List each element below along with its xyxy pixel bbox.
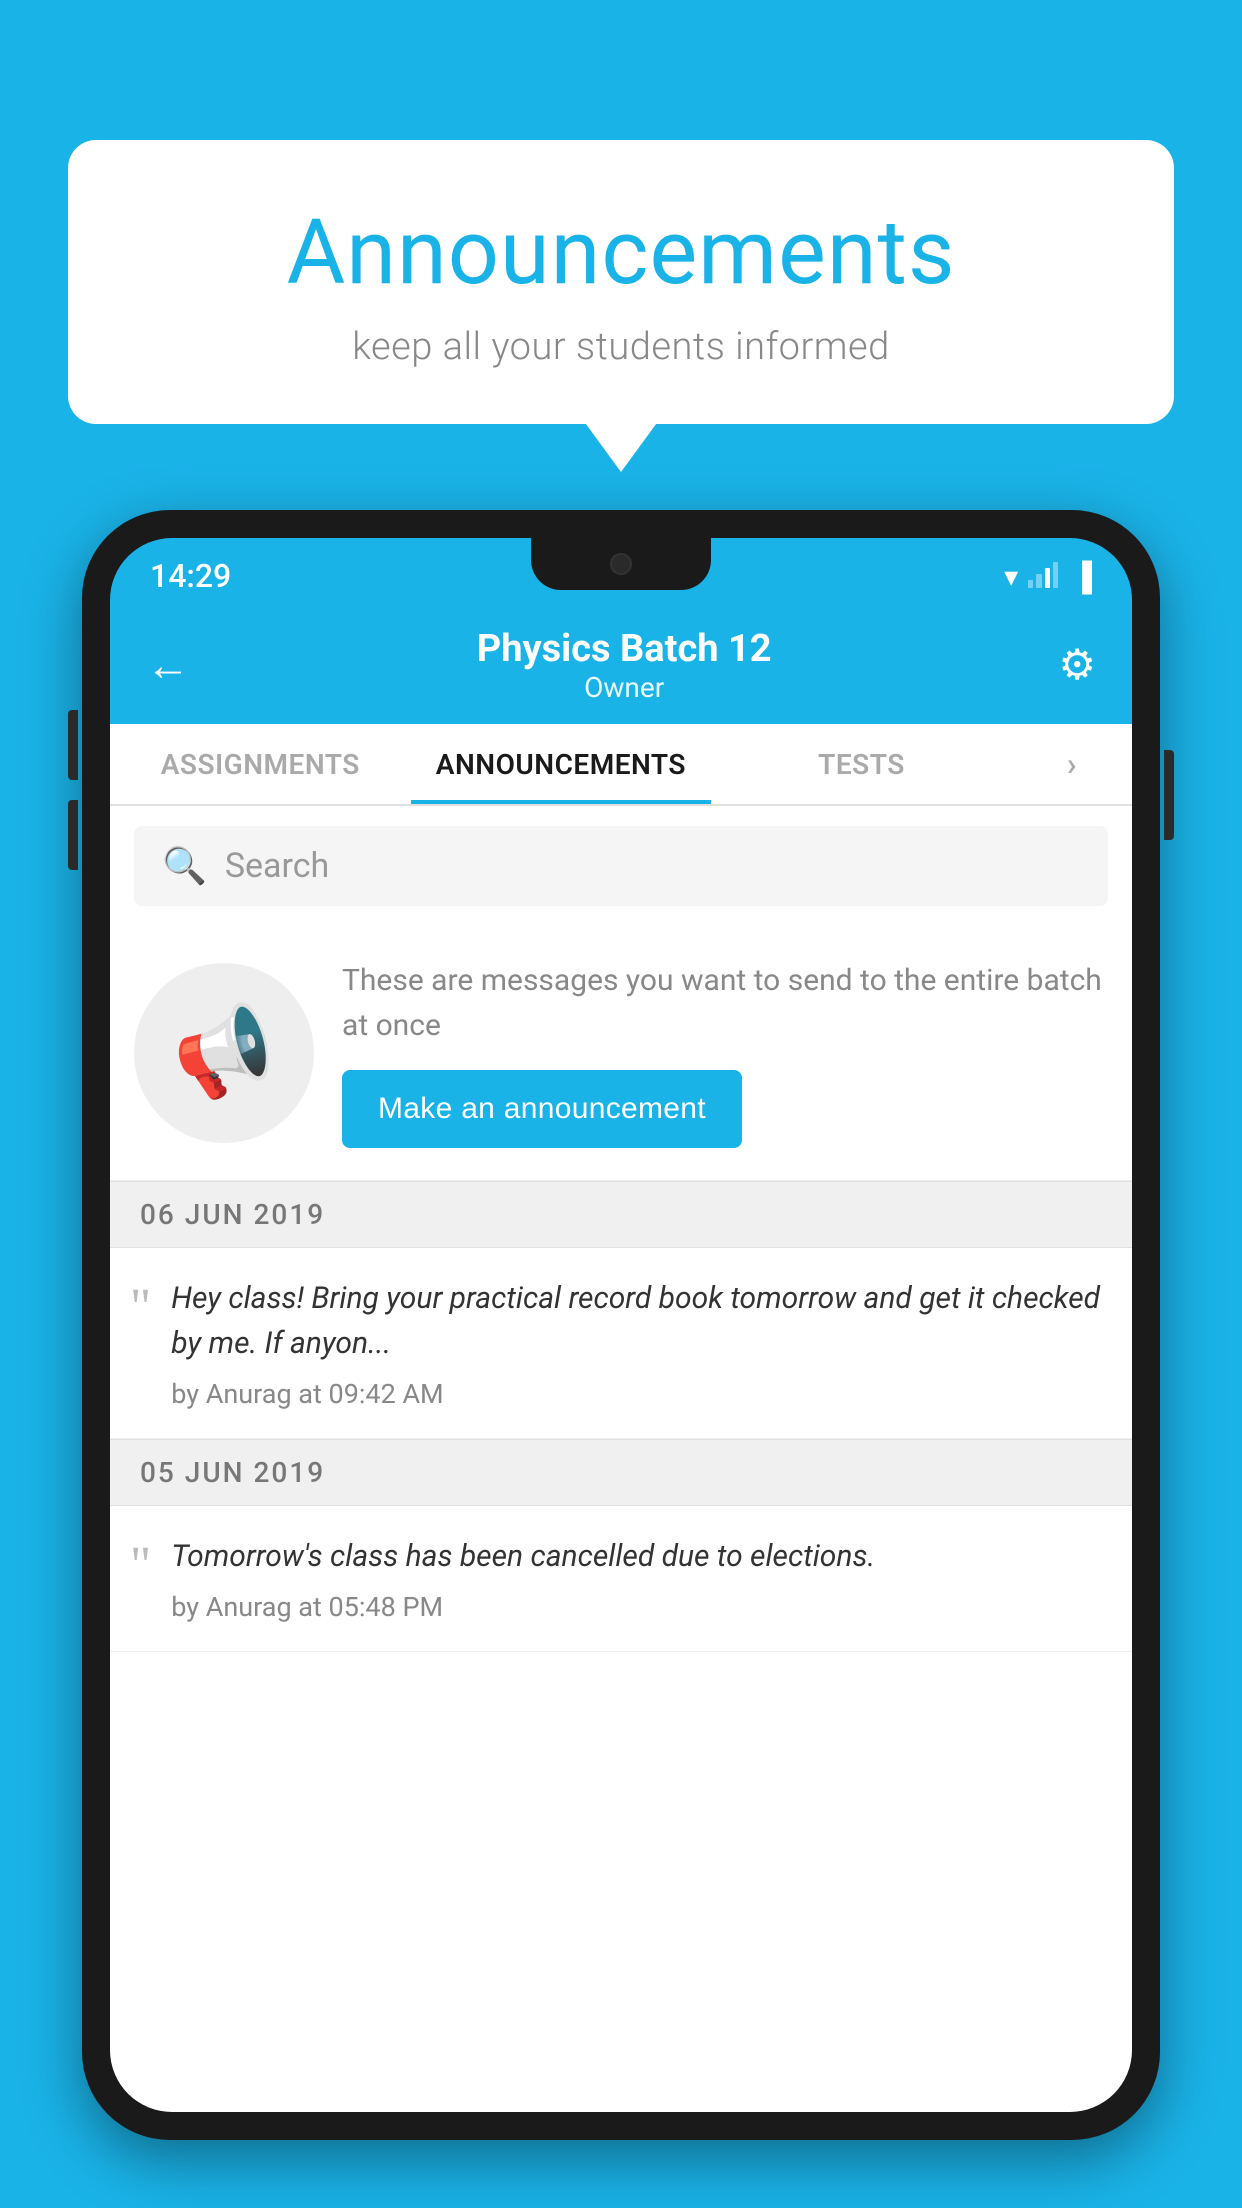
phone-screen: ← Physics Batch 12 Owner ⚙ ASSIGNMENTS A…: [110, 606, 1132, 2112]
tab-announcements[interactable]: ANNOUNCEMENTS: [411, 724, 712, 804]
status-time: 14:29: [150, 557, 231, 595]
tab-assignments[interactable]: ASSIGNMENTS: [110, 724, 411, 804]
date-label-1: 06 JUN 2019: [140, 1198, 325, 1231]
signal-icon: [1028, 564, 1058, 588]
phone-mockup: 14:29 ▾ ▐ ← Physics Batch 12 Owner ⚙: [82, 510, 1160, 2208]
announcement-content-1: Hey class! Bring your practical record b…: [171, 1276, 1104, 1410]
volume-up-button: [68, 710, 78, 780]
main-title: Announcements: [108, 200, 1134, 305]
status-icons: ▾ ▐: [1004, 560, 1092, 593]
announcement-text-2: Tomorrow's class has been cancelled due …: [171, 1534, 1104, 1579]
app-bar: ← Physics Batch 12 Owner ⚙: [110, 606, 1132, 724]
megaphone-icon: 📢: [164, 995, 285, 1112]
app-bar-title: Physics Batch 12: [477, 627, 772, 671]
announcement-meta-1: by Anurag at 09:42 AM: [171, 1378, 1104, 1410]
camera: [610, 553, 632, 575]
promo-icon-circle: 📢: [134, 963, 314, 1143]
promo-description: These are messages you want to send to t…: [342, 958, 1108, 1048]
quote-icon-2: ": [130, 1534, 151, 1623]
main-subtitle: keep all your students informed: [108, 325, 1134, 369]
search-bar[interactable]: 🔍 Search: [134, 826, 1108, 906]
phone-notch: [531, 538, 711, 590]
date-label-2: 05 JUN 2019: [140, 1456, 325, 1489]
tabs-container: ASSIGNMENTS ANNOUNCEMENTS TESTS ›: [110, 724, 1132, 806]
announcement-content-2: Tomorrow's class has been cancelled due …: [171, 1534, 1104, 1623]
announcement-text-1: Hey class! Bring your practical record b…: [171, 1276, 1104, 1366]
speech-bubble-section: Announcements keep all your students inf…: [68, 140, 1174, 424]
announcement-item-2[interactable]: " Tomorrow's class has been cancelled du…: [110, 1506, 1132, 1652]
speech-bubble-card: Announcements keep all your students inf…: [68, 140, 1174, 424]
back-button[interactable]: ←: [146, 639, 190, 691]
tab-tests[interactable]: TESTS: [711, 724, 1012, 804]
app-bar-title-group: Physics Batch 12 Owner: [477, 627, 772, 704]
search-container: 🔍 Search: [110, 806, 1132, 926]
quote-icon-1: ": [130, 1276, 151, 1410]
make-announcement-button[interactable]: Make an announcement: [342, 1070, 742, 1148]
phone-outer: 14:29 ▾ ▐ ← Physics Batch 12 Owner ⚙: [82, 510, 1160, 2140]
app-bar-subtitle: Owner: [477, 671, 772, 704]
announcement-meta-2: by Anurag at 05:48 PM: [171, 1591, 1104, 1623]
date-separator-1: 06 JUN 2019: [110, 1181, 1132, 1248]
tab-more[interactable]: ›: [1012, 724, 1132, 804]
announcement-item-1[interactable]: " Hey class! Bring your practical record…: [110, 1248, 1132, 1439]
volume-down-button: [68, 800, 78, 870]
settings-icon[interactable]: ⚙: [1058, 640, 1096, 690]
promo-content: These are messages you want to send to t…: [342, 958, 1108, 1148]
date-separator-2: 05 JUN 2019: [110, 1439, 1132, 1506]
search-placeholder: Search: [225, 846, 329, 886]
search-icon: 🔍: [162, 845, 207, 887]
announcement-promo: 📢 These are messages you want to send to…: [110, 926, 1132, 1181]
wifi-icon: ▾: [1004, 560, 1018, 593]
battery-icon: ▐: [1072, 560, 1092, 593]
power-button: [1164, 750, 1174, 840]
